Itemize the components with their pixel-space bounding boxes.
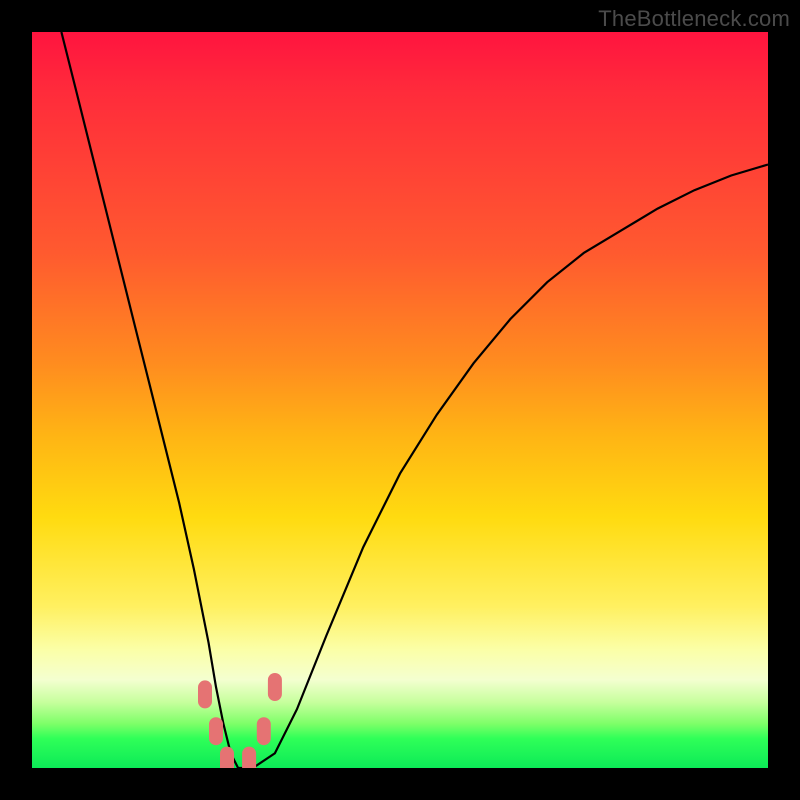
chart-plot-area	[32, 32, 768, 768]
marker-valley-left	[220, 747, 234, 768]
watermark-text: TheBottleneck.com	[598, 6, 790, 32]
marker-right-shoulder-top	[268, 673, 282, 701]
marker-valley-right	[242, 747, 256, 768]
marker-left-shoulder-mid	[209, 717, 223, 745]
curve-path	[61, 32, 768, 768]
chart-frame: TheBottleneck.com	[0, 0, 800, 800]
bottleneck-curve	[61, 32, 768, 768]
marker-left-shoulder-top	[198, 680, 212, 708]
valley-markers	[198, 673, 282, 768]
marker-right-shoulder-mid	[257, 717, 271, 745]
chart-svg	[32, 32, 768, 768]
